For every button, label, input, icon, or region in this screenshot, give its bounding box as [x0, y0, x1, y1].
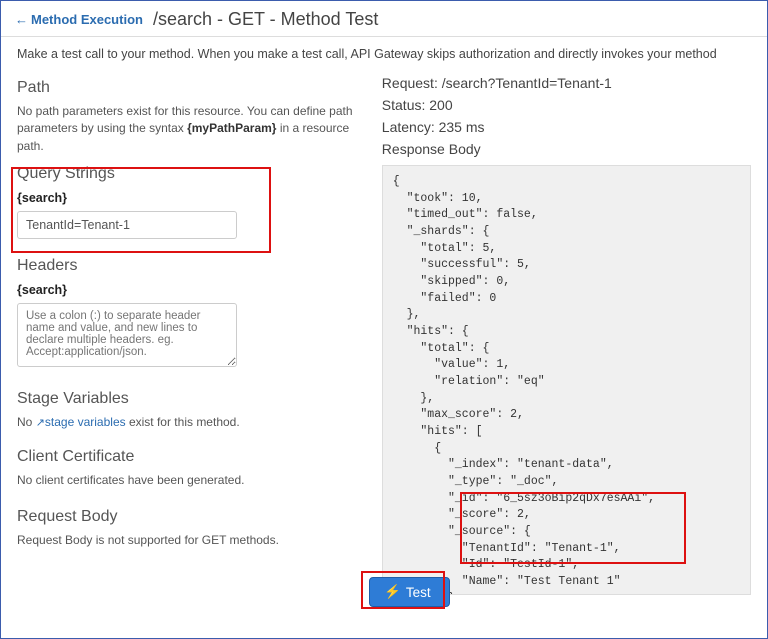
lightning-icon: ⚡ — [384, 584, 401, 600]
response-latency-line: Latency: 235 ms — [382, 119, 751, 135]
stage-vars-prefix: No — [17, 415, 36, 429]
stage-variables-link[interactable]: stage variables — [45, 415, 126, 429]
client-certificate-text: No client certificates have been generat… — [17, 472, 358, 489]
test-button[interactable]: ⚡ Test — [369, 577, 450, 607]
right-panel: Request: /search?TenantId=Tenant-1 Statu… — [382, 69, 751, 616]
response-body-code: { "took": 10, "timed_out": false, "_shar… — [382, 165, 751, 595]
stage-variables-text: No ↗stage variables exist for this metho… — [17, 414, 358, 432]
request-body-heading: Request Body — [17, 508, 358, 526]
page-title: /search - GET - Method Test — [153, 9, 378, 30]
headers-label: {search} — [17, 283, 358, 297]
back-link-label: Method Execution — [31, 12, 143, 27]
client-certificate-heading: Client Certificate — [17, 448, 358, 466]
query-strings-heading: Query Strings — [17, 165, 358, 183]
query-strings-input[interactable] — [17, 211, 237, 239]
path-text: No path parameters exist for this resour… — [17, 103, 358, 155]
path-param-bold: {myPathParam} — [187, 121, 276, 135]
page-subtitle: Make a test call to your method. When yo… — [1, 37, 767, 69]
test-button-label: Test — [406, 585, 431, 600]
path-heading: Path — [17, 79, 358, 97]
request-body-text: Request Body is not supported for GET me… — [17, 532, 358, 549]
response-request-line: Request: /search?TenantId=Tenant-1 — [382, 75, 751, 91]
stage-variables-heading: Stage Variables — [17, 390, 358, 408]
headers-heading: Headers — [17, 257, 358, 275]
response-body-heading: Response Body — [382, 141, 751, 157]
stage-vars-suffix: exist for this method. — [126, 415, 240, 429]
query-strings-label: {search} — [17, 191, 358, 205]
header: ← Method Execution /search - GET - Metho… — [1, 1, 767, 37]
response-status-line: Status: 200 — [382, 97, 751, 113]
headers-textarea[interactable] — [17, 303, 237, 367]
external-link-icon: ↗ — [36, 416, 45, 432]
back-link[interactable]: ← Method Execution — [15, 12, 143, 27]
left-panel: Path No path parameters exist for this r… — [17, 69, 358, 616]
arrow-left-icon: ← — [15, 12, 28, 27]
